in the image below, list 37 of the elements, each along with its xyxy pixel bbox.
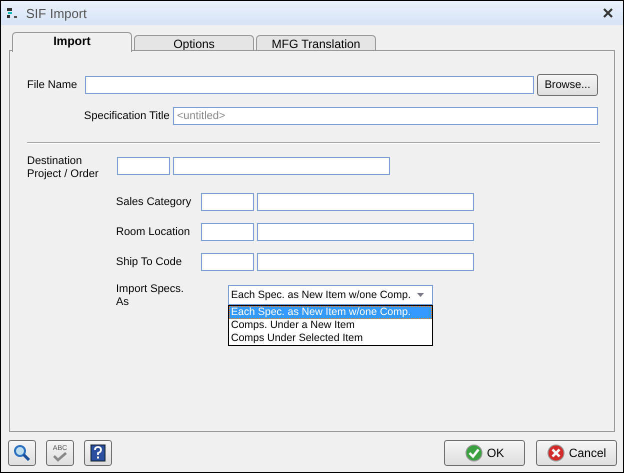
search-button[interactable]	[8, 440, 36, 466]
code-field[interactable]	[201, 253, 254, 271]
specification-title-field[interactable]: <untitled>	[173, 107, 598, 125]
search-icon	[13, 444, 31, 462]
help-button[interactable]	[84, 440, 112, 466]
tab[interactable]: Import	[12, 32, 132, 52]
name-field[interactable]	[257, 253, 474, 271]
field-label: File Name	[27, 79, 78, 91]
name-field[interactable]	[257, 193, 474, 211]
dropdown-option[interactable]: Comps Under Selected Item	[229, 332, 432, 345]
name-field[interactable]	[257, 223, 474, 241]
code-field[interactable]	[201, 223, 254, 241]
field-label: Room Location	[116, 226, 191, 238]
code-field[interactable]	[201, 193, 254, 211]
tab[interactable]: Options	[134, 35, 254, 50]
dropdown-option[interactable]: Comps. Under a New Item	[229, 319, 432, 332]
cancel-icon	[546, 444, 565, 462]
field-label: Ship To Code	[116, 256, 183, 268]
tab[interactable]: MFG Translation	[256, 35, 376, 50]
window-title: SIF Import	[26, 6, 87, 20]
field-label: Specification Title	[84, 110, 170, 122]
cancel-button[interactable]: Cancel	[536, 440, 617, 466]
field-label: Destination Project / Order	[27, 155, 100, 181]
field-label: Sales Category	[116, 196, 192, 208]
caret-icon	[417, 293, 424, 297]
project-code-field[interactable]	[117, 157, 170, 175]
help-icon	[90, 444, 106, 462]
check-icon	[52, 452, 68, 462]
project-name-field[interactable]	[173, 157, 390, 175]
import-mode-dropdown[interactable]: Each Spec. as New Item w/one Comp.	[228, 285, 433, 305]
browse-button[interactable]: Browse...	[537, 74, 598, 96]
check-icon	[464, 444, 483, 462]
file-name-field[interactable]	[85, 76, 534, 94]
ok-button[interactable]: OK	[444, 440, 525, 466]
app-icon	[6, 7, 20, 19]
close-icon[interactable]	[603, 8, 613, 18]
field-label: Import Specs. As	[116, 283, 185, 309]
